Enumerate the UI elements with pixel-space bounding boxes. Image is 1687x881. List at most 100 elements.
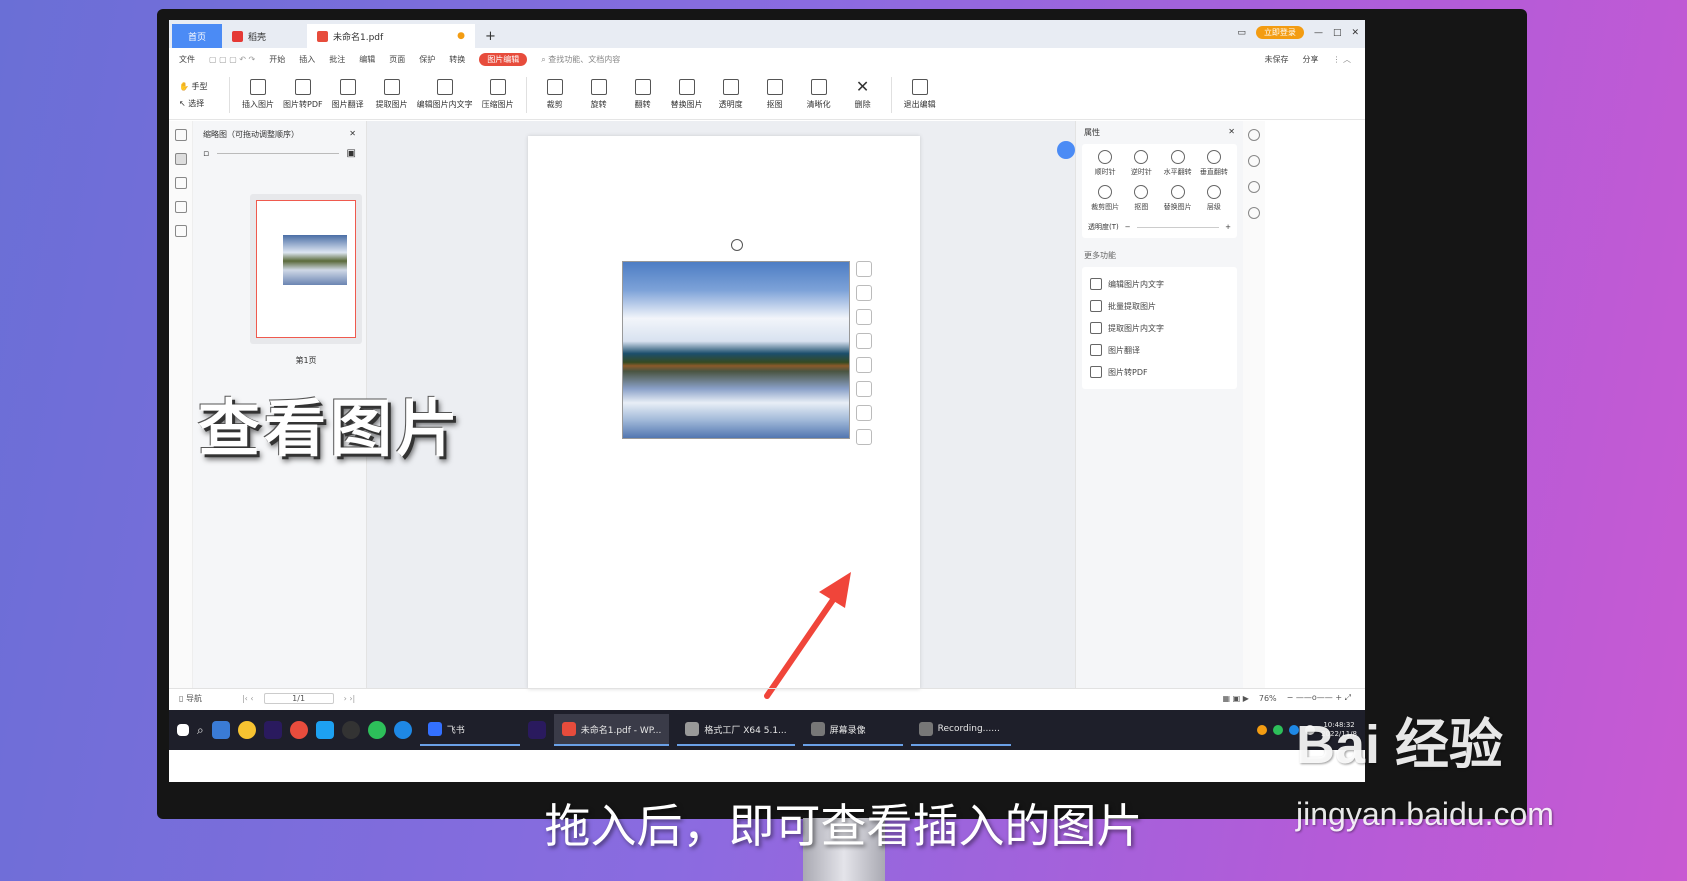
image-to-pdf-tool[interactable]: 图片转PDF	[280, 79, 326, 110]
tray-icon[interactable]	[1273, 725, 1284, 735]
qq-icon[interactable]	[341, 721, 360, 739]
minus-icon[interactable]: −	[1125, 223, 1131, 231]
convert-icon[interactable]	[1248, 155, 1260, 167]
flip-v-button[interactable]: 垂直翻转	[1197, 150, 1231, 177]
plus-icon[interactable]: +	[1225, 223, 1231, 231]
share-button[interactable]: 分享	[1302, 54, 1318, 65]
photos-app-icon[interactable]	[211, 721, 230, 739]
zoom-level[interactable]: 76%	[1259, 694, 1277, 703]
extract-icon[interactable]	[856, 333, 872, 349]
hand-tool[interactable]: ✋ 手型	[179, 81, 223, 92]
rotate-tool[interactable]: 旋转	[577, 79, 621, 110]
flip-h-button[interactable]: 水平翻转	[1161, 150, 1195, 177]
attachment-icon[interactable]	[174, 201, 187, 213]
sharpen-tool[interactable]: 清晰化	[797, 79, 841, 110]
translate-bubble-icon[interactable]	[1057, 141, 1075, 159]
menu-start[interactable]: 开始	[269, 54, 285, 65]
cutout-tool[interactable]: 抠图	[753, 79, 797, 110]
tab-home[interactable]: 首页	[172, 24, 222, 48]
edge-icon[interactable]	[393, 721, 412, 739]
signature-icon[interactable]	[174, 225, 187, 237]
comment-icon[interactable]	[174, 177, 187, 189]
translate-icon[interactable]	[856, 381, 872, 397]
delete-tool[interactable]: ✕ 删除	[841, 79, 885, 110]
page-number-input[interactable]: 1/1	[263, 692, 334, 704]
inserted-image[interactable]	[622, 261, 850, 439]
view-mode-icons[interactable]: ▦ ▣ ▶	[1223, 694, 1249, 703]
menu-convert[interactable]: 转换	[449, 54, 465, 65]
rotate-cw-button[interactable]: 顺时针	[1088, 150, 1122, 177]
menu-page[interactable]: 页面	[389, 54, 405, 65]
more-item-ocr[interactable]: 提取图片内文字	[1088, 317, 1231, 339]
layout-icon[interactable]: ▭	[1237, 28, 1246, 38]
tab-daoke[interactable]: 稻壳	[222, 24, 307, 48]
wechat-icon[interactable]	[367, 721, 386, 739]
text-icon[interactable]	[856, 357, 872, 373]
nav-toggle[interactable]: ▯ 导航	[179, 693, 202, 704]
settings-icon[interactable]	[1248, 207, 1260, 219]
start-icon[interactable]	[177, 724, 189, 736]
premiere2-icon[interactable]	[527, 721, 546, 739]
exit-edit-tool[interactable]: 退出编辑	[898, 79, 942, 110]
check-icon[interactable]	[856, 429, 872, 445]
extract-image-tool[interactable]: 提取图片	[370, 79, 414, 110]
search-icon[interactable]: ⌕	[197, 723, 204, 738]
zoom-out-icon[interactable]	[856, 261, 872, 277]
thumbnail-icon[interactable]	[174, 153, 187, 165]
taskbar-feishu[interactable]: 飞书	[419, 714, 520, 746]
rotate-ccw-button[interactable]: 逆时针	[1124, 150, 1158, 177]
zoom-icon[interactable]	[1248, 129, 1260, 141]
more-item-edit-text[interactable]: 编辑图片内文字	[1088, 273, 1231, 295]
chrome-icon[interactable]	[289, 721, 308, 739]
insert-image-tool[interactable]: 插入图片	[236, 79, 280, 110]
unsaved-status[interactable]: 未保存	[1264, 54, 1288, 65]
menu-edit[interactable]: 编辑	[359, 54, 375, 65]
flip-tool[interactable]: 翻转	[621, 79, 665, 110]
help-icon[interactable]	[1248, 181, 1260, 193]
menu-image-edit[interactable]: 图片编辑	[479, 52, 528, 66]
menu-protect[interactable]: 保护	[419, 54, 435, 65]
search-box[interactable]: ⌕ 查找功能、文档内容	[541, 54, 620, 65]
minimize-button[interactable]: —	[1314, 28, 1323, 38]
taskbar-recording[interactable]: Recording......	[910, 714, 1011, 746]
opacity-tool[interactable]: 透明度	[709, 79, 753, 110]
thumbnail-close-icon[interactable]: ✕	[349, 129, 356, 140]
menu-annotate[interactable]: 批注	[329, 54, 345, 65]
image-translate-tool[interactable]: 图片翻译	[326, 79, 370, 110]
close-button[interactable]: ✕	[1351, 28, 1359, 38]
crop-image-button[interactable]: 裁剪图片	[1088, 185, 1122, 212]
app-yellow-icon[interactable]	[237, 721, 256, 739]
more-item-translate[interactable]: 图片翻译	[1088, 339, 1231, 361]
quick-access-icons[interactable]: ▢ ▢ ▢ ↶ ↷	[209, 55, 255, 64]
crop-tool[interactable]: 裁剪	[533, 79, 577, 110]
login-button[interactable]: 立即登录	[1255, 26, 1304, 39]
compress-image-tool[interactable]: 压缩图片	[476, 79, 520, 110]
menu-insert[interactable]: 插入	[299, 54, 315, 65]
replace-icon[interactable]	[856, 309, 872, 325]
panel-close-icon[interactable]: ✕	[1228, 127, 1235, 138]
prev-page-icon[interactable]: |‹ ‹	[242, 694, 254, 703]
page-thumbnail[interactable]	[250, 194, 362, 344]
taskbar-screen-record[interactable]: 屏幕录像	[802, 714, 903, 746]
pdf-icon[interactable]	[856, 405, 872, 421]
opacity-control[interactable]: 透明度(T) − +	[1088, 222, 1231, 232]
tab-file[interactable]: 未命名1.pdf ●	[307, 24, 475, 48]
taskbar-format-factory[interactable]: 格式工厂 X64 5.1...	[677, 714, 795, 746]
select-tool[interactable]: ↖ 选择	[179, 98, 223, 109]
more-item-batch-extract[interactable]: 批量提取图片	[1088, 295, 1231, 317]
crop-icon[interactable]	[856, 285, 872, 301]
thumb-zoom-slider[interactable]: ▫ ▣	[193, 148, 366, 159]
replace-image-button[interactable]: 替换图片	[1161, 185, 1195, 212]
bookmark-icon[interactable]	[174, 129, 187, 141]
new-tab-button[interactable]: +	[475, 24, 506, 48]
next-page-icon[interactable]: › ›|	[344, 694, 356, 703]
menu-file[interactable]: 文件	[179, 54, 195, 65]
tray-icon[interactable]	[1257, 725, 1268, 735]
premiere-icon[interactable]	[263, 721, 282, 739]
edit-image-text-tool[interactable]: 编辑图片内文字	[414, 79, 476, 110]
maximize-button[interactable]: □	[1333, 28, 1342, 38]
taskbar-wps[interactable]: 未命名1.pdf - WP...	[553, 714, 670, 746]
cutout-button[interactable]: 抠图	[1124, 185, 1158, 212]
rotate-handle-icon[interactable]	[731, 239, 743, 251]
browser-icon[interactable]	[315, 721, 334, 739]
